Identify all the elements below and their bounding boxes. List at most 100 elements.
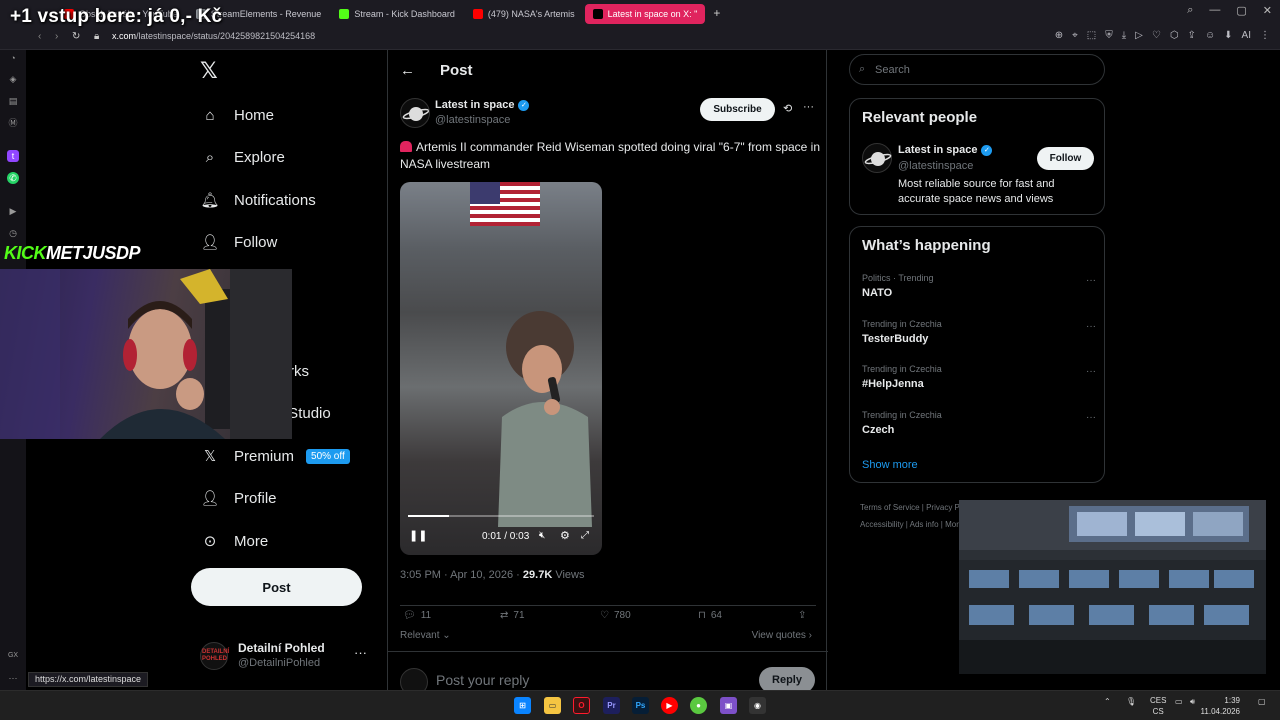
shield-icon[interactable]: ⛨ — [1105, 30, 1113, 41]
news-icon[interactable]: ▤ — [7, 95, 19, 107]
nav-item-explore[interactable]: ⌕ Explore — [200, 142, 285, 172]
search-tabs-icon[interactable]: ⌕ — [1187, 4, 1193, 17]
whatsapp-icon[interactable]: ✆ — [7, 172, 19, 184]
more-sidebar-icon[interactable]: ··· — [7, 672, 19, 684]
video-progress-bar[interactable] — [408, 515, 594, 517]
more-icon[interactable]: ··· — [1086, 321, 1096, 332]
minimize-icon[interactable]: — — [1209, 4, 1220, 17]
grok-icon[interactable]: ⟲ — [783, 102, 792, 115]
play-icon[interactable]: ▷ — [1135, 30, 1143, 41]
maximize-icon[interactable]: ▢ — [1236, 4, 1246, 17]
photoshop-icon[interactable]: Ps — [632, 697, 649, 714]
search-input[interactable]: ⌕ Search — [849, 54, 1105, 85]
livestream-pip-overlay[interactable] — [959, 500, 1266, 674]
extensions-icon[interactable]: ⬡ — [1170, 30, 1179, 41]
obs-icon[interactable]: ◉ — [749, 697, 766, 714]
video-player[interactable]: ❚❚ 0:01 / 0:03 🔇︎ ⚙ ⤢ — [400, 182, 602, 555]
settings-gear-icon[interactable]: ⚙ — [560, 529, 570, 542]
more-icon[interactable]: ··· — [803, 101, 814, 113]
nav-item-more[interactable]: ⊙ More — [200, 526, 268, 556]
network-icon[interactable]: ▭ — [1175, 697, 1183, 706]
microphone-icon[interactable]: 🎙︎ — [1126, 697, 1136, 706]
person-handle[interactable]: @latestinspace — [898, 160, 973, 172]
trend-item[interactable]: Trending in Czechia Czech ··· — [862, 410, 1098, 444]
sort-replies-dropdown[interactable]: Relevant ⌄ — [400, 630, 451, 641]
messenger-icon[interactable]: Ⓜ — [7, 117, 19, 129]
view-quotes-link[interactable]: View quotes › — [752, 630, 812, 641]
pause-icon[interactable]: ❚❚ — [409, 529, 427, 542]
nav-item-profile[interactable]: 👤︎ Profile — [200, 483, 276, 513]
tray-chevron-icon[interactable]: ⌃ — [1104, 697, 1111, 706]
gx-icon[interactable]: GX — [7, 650, 19, 662]
nav-item-follow[interactable]: 👤︎ Follow — [200, 227, 277, 257]
downloads-icon[interactable]: ⬇ — [1224, 30, 1232, 41]
browser-tab[interactable]: (479) NASA's Artemis — [465, 4, 583, 24]
nav-item-notifications[interactable]: 🔔︎ Notifications — [200, 185, 315, 215]
notifications-icon[interactable]: ▢ — [1258, 697, 1266, 706]
mute-icon[interactable]: 🔇︎ — [539, 530, 545, 541]
close-window-icon[interactable]: ✕ — [1263, 4, 1272, 17]
app-icon[interactable]: ▣ — [720, 697, 737, 714]
clock[interactable]: 1:39 11.04.2026 — [1201, 695, 1240, 717]
subscribe-button[interactable]: Subscribe — [700, 98, 775, 121]
zoom-icon[interactable]: ⊕ — [1055, 30, 1063, 41]
share-icon[interactable]: ⇪ — [1188, 30, 1196, 41]
premiere-icon[interactable]: Pr — [603, 697, 620, 714]
back-icon[interactable]: ‹ — [38, 31, 41, 42]
new-tab-button[interactable]: + — [713, 6, 720, 20]
twitch-icon[interactable]: t — [7, 150, 19, 162]
ai-button[interactable]: AI — [1242, 30, 1251, 41]
player-icon[interactable]: ▶ — [7, 205, 19, 217]
language-indicator[interactable]: CES CS — [1150, 695, 1166, 717]
trend-item[interactable]: Trending in Czechia TesterBuddy ··· — [862, 319, 1098, 353]
repost-action[interactable]: ⇄ 71 — [500, 610, 525, 621]
start-icon[interactable]: ⊞ — [514, 697, 531, 714]
nav-item-home[interactable]: ⌂ Home — [200, 100, 274, 130]
browser-toolbar: ⊕ ⌖ ⬚ ⛨ ⤓ ▷ ♡ ⬡ ⇪ ☺ ⬇ AI ⋮ — [1055, 30, 1270, 41]
trend-item[interactable]: Politics · Trending NATO ··· — [862, 273, 1098, 307]
trend-item[interactable]: Trending in Czechia #HelpJenna ··· — [862, 364, 1098, 398]
more-icon[interactable]: ··· — [354, 645, 367, 660]
author-handle[interactable]: @latestinspace — [435, 114, 510, 126]
reply-action[interactable]: 💬︎ 11 — [403, 610, 431, 621]
forward-icon[interactable]: › — [55, 31, 58, 42]
history-icon[interactable]: ◷ — [7, 227, 19, 239]
like-action[interactable]: ♡ 780 — [600, 610, 631, 621]
bookmark-icon: ⊓ — [698, 610, 706, 621]
reload-icon[interactable]: ↻ — [72, 31, 80, 42]
pin-icon[interactable]: ⌖ — [1072, 30, 1078, 41]
flows-icon[interactable]: ◈ — [7, 73, 19, 85]
more-icon[interactable]: ··· — [1086, 366, 1096, 377]
account-switcher[interactable]: DETAILNÍ POHLED Detailní Pohled @Detailn… — [200, 638, 375, 674]
opera-gx-icon[interactable]: O — [573, 697, 590, 714]
speed-dial-icon[interactable]: ◔ — [7, 52, 19, 64]
menu-icon[interactable]: ⋮ — [1260, 30, 1270, 41]
streamlabs-icon[interactable]: ● — [690, 697, 707, 714]
follow-button[interactable]: Follow — [1037, 147, 1094, 170]
share-action[interactable]: ⇪ — [798, 610, 806, 621]
avatar[interactable] — [862, 143, 892, 173]
person-name[interactable]: Latest in space ✓ — [898, 144, 993, 156]
fullscreen-icon[interactable]: ⤢ — [581, 530, 589, 541]
more-icon[interactable]: ··· — [1086, 412, 1096, 423]
author-name[interactable]: Latest in space ✓ — [435, 99, 530, 111]
reply-input[interactable]: Post your reply — [436, 672, 529, 688]
show-more-link[interactable]: Show more — [862, 459, 918, 471]
post-button[interactable]: Post — [191, 568, 362, 606]
url-field[interactable]: x.com/latestinspace/status/2042589821504… — [112, 31, 315, 41]
back-arrow-icon[interactable]: ← — [400, 62, 415, 79]
nav-item-premium[interactable]: 𝕏 Premium 50% off — [200, 441, 350, 471]
author-avatar[interactable] — [400, 98, 430, 128]
volume-icon[interactable]: 🔊︎ — [1190, 697, 1195, 707]
file-explorer-icon[interactable]: ▭ — [544, 697, 561, 714]
snapshot-icon[interactable]: ⬚ — [1087, 30, 1096, 41]
profile-icon[interactable]: ☺ — [1205, 30, 1215, 41]
bookmark-action[interactable]: ⊓ 64 — [698, 610, 722, 621]
browser-tab[interactable]: Stream - Kick Dashboard — [331, 4, 463, 24]
x-logo[interactable]: 𝕏 — [200, 60, 222, 82]
youtube-icon[interactable]: ▶ — [661, 697, 678, 714]
browser-tab[interactable]: Latest in space on X: " — [584, 4, 706, 24]
download-icon[interactable]: ⤓ — [1122, 30, 1126, 41]
more-icon[interactable]: ··· — [1086, 275, 1096, 286]
heart-icon[interactable]: ♡ — [1152, 30, 1161, 41]
